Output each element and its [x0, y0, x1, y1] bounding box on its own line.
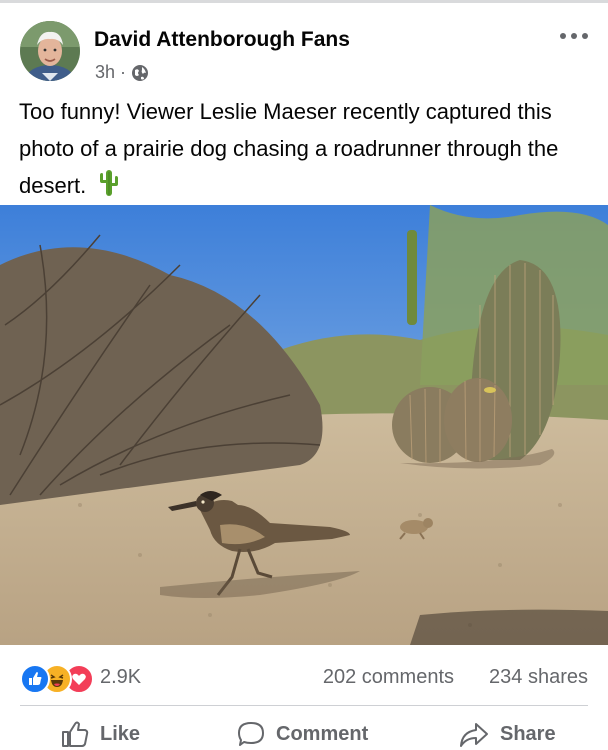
engagement-bar: 2.9K 202 comments 234 shares — [0, 652, 608, 702]
comments-count[interactable]: 202 comments — [323, 666, 454, 689]
share-button[interactable]: Share — [458, 720, 556, 748]
like-button[interactable]: Like — [60, 720, 140, 748]
comment-button[interactable]: Comment — [236, 720, 368, 748]
shares-count[interactable]: 234 shares — [489, 666, 588, 689]
post-caption: Too funny! Viewer Leslie Maeser recently… — [19, 93, 589, 208]
top-divider — [0, 0, 608, 3]
meta-separator: · — [120, 62, 127, 82]
action-bar: Like Comment Share — [0, 712, 608, 750]
page-avatar[interactable] — [20, 21, 80, 81]
reaction-icons[interactable] — [20, 664, 94, 694]
action-divider — [20, 705, 588, 706]
post-timestamp[interactable]: 3h — [95, 62, 115, 83]
share-label: Share — [500, 722, 556, 745]
post-meta: 3h · — [95, 62, 149, 83]
post-header: David Attenborough Fans 3h · — [0, 18, 608, 88]
reaction-count[interactable]: 2.9K — [100, 666, 141, 689]
comment-label: Comment — [276, 722, 369, 745]
more-options-icon[interactable] — [560, 30, 588, 42]
post-photo[interactable] — [0, 205, 608, 645]
thumbs-up-icon — [60, 720, 90, 748]
share-arrow-icon — [458, 720, 490, 748]
like-reaction-icon — [20, 664, 50, 694]
comment-bubble-icon — [236, 720, 266, 748]
desert-photo-image — [0, 205, 608, 645]
like-label: Like — [100, 722, 141, 745]
cactus-emoji-icon — [98, 169, 120, 208]
page-name[interactable]: David Attenborough Fans — [94, 28, 350, 52]
globe-icon — [131, 64, 149, 82]
